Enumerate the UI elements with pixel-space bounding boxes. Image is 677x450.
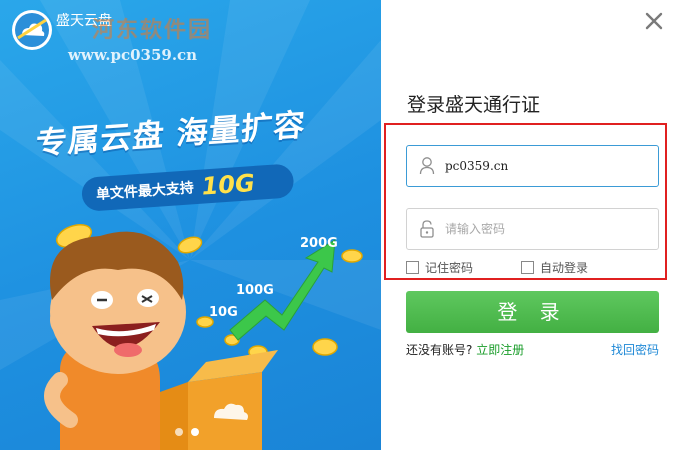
auto-login-checkbox[interactable]: 自动登录 <box>521 259 588 276</box>
password-input[interactable] <box>445 214 645 244</box>
auto-login-label: 自动登录 <box>540 261 589 275</box>
no-account-text: 还没有账号? <box>406 343 473 357</box>
user-icon <box>419 157 435 175</box>
carousel-dot[interactable] <box>175 428 183 436</box>
account-links: 还没有账号? 立即注册 找回密码 <box>406 341 659 358</box>
login-title: 登录盛天通行证 <box>407 94 541 116</box>
growth-label-100g: 100G <box>236 283 274 298</box>
close-icon[interactable] <box>643 10 665 32</box>
remember-password-label: 记住密码 <box>425 261 474 275</box>
checkbox-box[interactable] <box>521 261 535 274</box>
username-field[interactable] <box>406 145 659 187</box>
login-panel: 登录盛天通行证 记住密码 自动登录 登 录 还没有账号? 立即注册 找回密码 <box>381 0 677 450</box>
forgot-password-link[interactable]: 找回密码 <box>611 341 659 358</box>
banner-illustration <box>44 224 363 450</box>
remember-password-checkbox[interactable]: 记住密码 <box>406 259 473 276</box>
lock-icon <box>420 220 434 238</box>
growth-label-200g: 200G <box>300 236 338 251</box>
register-link[interactable]: 立即注册 <box>476 343 524 357</box>
carousel-dot-active[interactable] <box>191 428 199 436</box>
login-options: 记住密码 自动登录 <box>406 259 588 276</box>
growth-label-10g: 10G <box>209 305 238 320</box>
username-input[interactable] <box>445 151 645 181</box>
carousel-dots <box>175 428 199 436</box>
login-button[interactable]: 登 录 <box>406 291 659 333</box>
promo-banner: 盛天云盘 河东软件园 www.pc0359.cn 专属云盘 海量扩容 单文件最大… <box>0 0 381 450</box>
password-field[interactable] <box>406 208 659 250</box>
checkbox-box[interactable] <box>406 261 419 274</box>
